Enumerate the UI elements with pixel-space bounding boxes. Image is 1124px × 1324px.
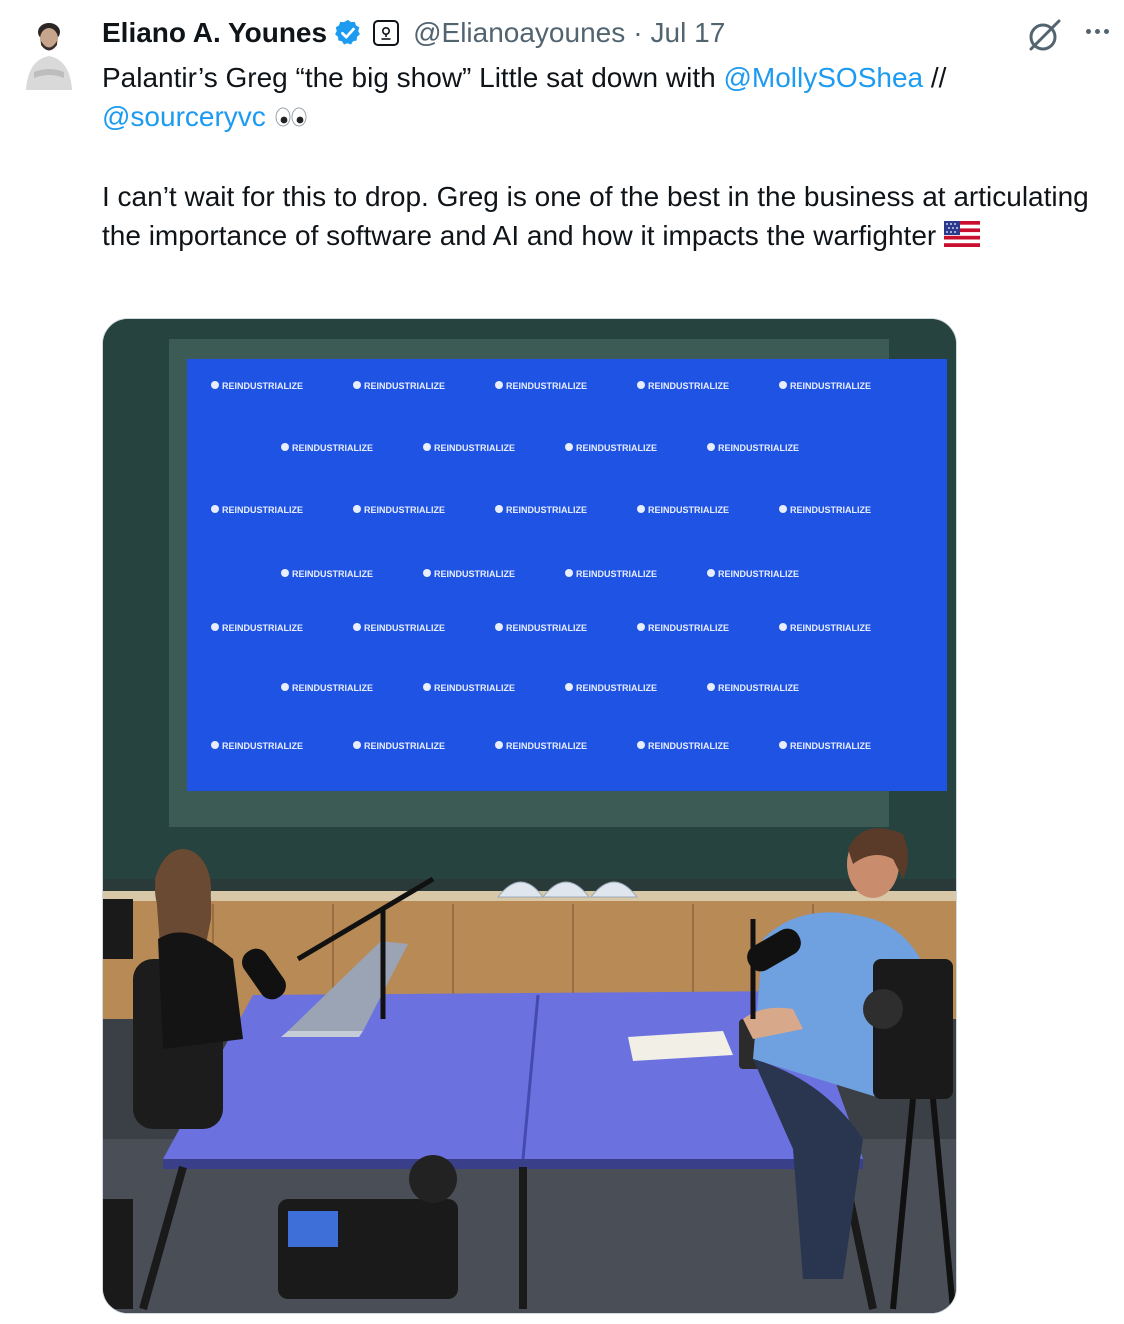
tweet-text: Palantir’s Greg “the big show” Little sa… xyxy=(102,58,1092,257)
screen-logo-dot xyxy=(211,381,219,389)
screen-logo-dot xyxy=(637,505,645,513)
us-flag-emoji-icon xyxy=(944,218,980,257)
screen-logo-dot xyxy=(779,741,787,749)
screen-logo-text: REINDUSTRIALIZE xyxy=(790,741,871,751)
screen-logo-text: REINDUSTRIALIZE xyxy=(648,623,729,633)
affiliate-badge-icon[interactable] xyxy=(373,20,400,46)
more-dot xyxy=(1094,28,1100,34)
mention-link[interactable]: @MollySOShea xyxy=(723,62,923,93)
screen-logo-dot xyxy=(495,741,503,749)
screen-logo-dot xyxy=(281,443,289,451)
screen-logo-text: REINDUSTRIALIZE xyxy=(718,443,799,453)
screen-logo-dot xyxy=(353,381,361,389)
screen-logo-text: REINDUSTRIALIZE xyxy=(576,569,657,579)
screen-logo-dot xyxy=(707,569,715,577)
tweet-header: Eliano A. Younes @Elianoayounes · Jul 17 xyxy=(102,14,725,52)
screen-logo-text: REINDUSTRIALIZE xyxy=(364,741,445,751)
text-fragment: // xyxy=(923,62,947,93)
screen-logo-text: REINDUSTRIALIZE xyxy=(434,569,515,579)
author-handle[interactable]: @Elianoayounes xyxy=(413,17,625,49)
screen-logo-text: REINDUSTRIALIZE xyxy=(222,505,303,515)
screen-logo-text: REINDUSTRIALIZE xyxy=(718,683,799,693)
screen-logo-text: REINDUSTRIALIZE xyxy=(506,623,587,633)
screen-logo-text: REINDUSTRIALIZE xyxy=(790,505,871,515)
screen-logo-text: REINDUSTRIALIZE xyxy=(364,623,445,633)
screen-logo-text: REINDUSTRIALIZE xyxy=(292,683,373,693)
screen-logo-dot xyxy=(779,505,787,513)
screen-logo-text: REINDUSTRIALIZE xyxy=(648,505,729,515)
screen-logo-dot xyxy=(281,683,289,691)
tweet-paragraph-2: I can’t wait for this to drop. Greg is o… xyxy=(102,177,1092,257)
text-fragment: Palantir’s Greg “the big show” Little sa… xyxy=(102,62,724,93)
screen-logo-text: REINDUSTRIALIZE xyxy=(292,569,373,579)
screen-logo-text: REINDUSTRIALIZE xyxy=(718,569,799,579)
screen-logo-dot xyxy=(423,569,431,577)
more-dot xyxy=(1103,28,1109,34)
author-name[interactable]: Eliano A. Younes xyxy=(102,17,327,49)
screen-logo-text: REINDUSTRIALIZE xyxy=(790,623,871,633)
screen-logo-text: REINDUSTRIALIZE xyxy=(364,505,445,515)
screen-logo-text: REINDUSTRIALIZE xyxy=(434,683,515,693)
screen-logo-text: REINDUSTRIALIZE xyxy=(222,623,303,633)
eyes-emoji-icon xyxy=(274,99,308,138)
more-dot xyxy=(1085,28,1091,34)
screen-logo-dot xyxy=(211,623,219,631)
tweet-paragraph-1: Palantir’s Greg “the big show” Little sa… xyxy=(102,58,1092,138)
screen-logo-dot xyxy=(565,569,573,577)
tweet-date[interactable]: Jul 17 xyxy=(651,17,726,49)
screen-logo-dot xyxy=(637,741,645,749)
screen-logo-text: REINDUSTRIALIZE xyxy=(292,443,373,453)
screen-logo-text: REINDUSTRIALIZE xyxy=(222,741,303,751)
screen-logo-text: REINDUSTRIALIZE xyxy=(576,443,657,453)
screen-logo-text: REINDUSTRIALIZE xyxy=(790,381,871,391)
screen-logo-dot xyxy=(637,381,645,389)
screen-logo-text: REINDUSTRIALIZE xyxy=(506,381,587,391)
screen-logo-text: REINDUSTRIALIZE xyxy=(364,381,445,391)
screen-logo-text: REINDUSTRIALIZE xyxy=(506,741,587,751)
screen-logo-dot xyxy=(423,683,431,691)
more-icon[interactable] xyxy=(1080,14,1114,48)
screen-logo-text: REINDUSTRIALIZE xyxy=(222,381,303,391)
screen-logo-dot xyxy=(353,741,361,749)
studio-photo: REINDUSTRIALIZE REINDUSTRIALIZE REINDUSTRI… xyxy=(103,319,956,1313)
verified-badge-icon[interactable] xyxy=(333,18,363,48)
screen-logo-dot xyxy=(353,505,361,513)
screen-logo-dot xyxy=(779,623,787,631)
screen-logo-text: REINDUSTRIALIZE xyxy=(648,741,729,751)
screen-logo-text: REINDUSTRIALIZE xyxy=(648,381,729,391)
screen-logo-dot xyxy=(495,505,503,513)
avatar[interactable] xyxy=(18,12,80,92)
screen-logo-dot xyxy=(707,683,715,691)
screen-logo-dot xyxy=(707,443,715,451)
mention-link[interactable]: @sourceryvc xyxy=(102,101,266,132)
screen-logo-dot xyxy=(211,741,219,749)
screen-logo-dot xyxy=(423,443,431,451)
screen-logo-dot xyxy=(495,381,503,389)
screen-logo-dot xyxy=(779,381,787,389)
screen-logo-dot xyxy=(565,683,573,691)
caps xyxy=(496,881,639,898)
screen-logo-text: REINDUSTRIALIZE xyxy=(576,683,657,693)
grok-icon[interactable] xyxy=(1026,16,1064,54)
screen-logo-dot xyxy=(495,623,503,631)
separator-dot: · xyxy=(633,17,643,48)
tweet-media-photo[interactable]: REINDUSTRIALIZE REINDUSTRIALIZE REINDUSTRI… xyxy=(102,318,957,1314)
screen-logo-dot xyxy=(353,623,361,631)
screen-logo-text: REINDUSTRIALIZE xyxy=(506,505,587,515)
screen-logo-dot xyxy=(281,569,289,577)
screen-logo-dot xyxy=(211,505,219,513)
screen-logo-text: REINDUSTRIALIZE xyxy=(434,443,515,453)
screen-logo-dot xyxy=(637,623,645,631)
text-fragment: I can’t wait for this to drop. Greg is o… xyxy=(102,181,1089,252)
screen-logo-dot xyxy=(565,443,573,451)
